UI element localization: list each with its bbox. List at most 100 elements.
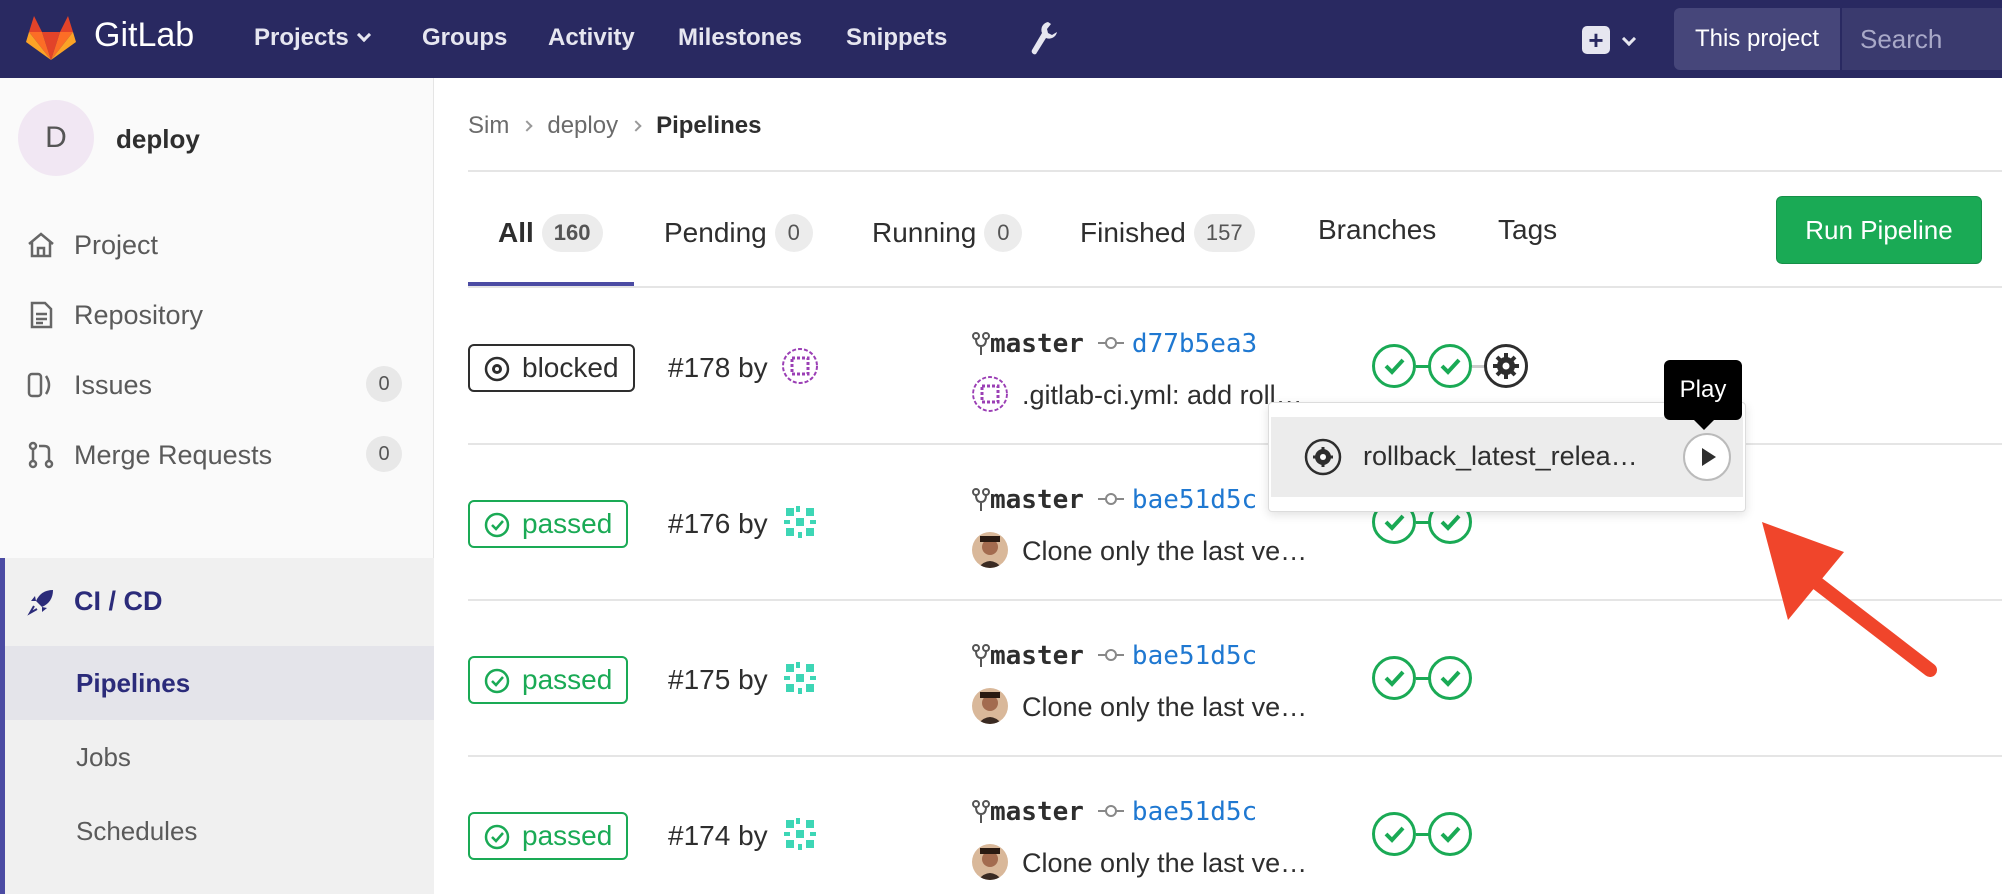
commit-title[interactable]: Clone only the last ve… [1022,848,1307,878]
branch-name[interactable]: master [990,797,1084,827]
status-badge-blocked[interactable]: blocked [468,344,635,392]
tab-running[interactable]: Running 0 [872,214,1023,252]
commit-sha[interactable]: bae51d5c [1132,641,1257,671]
stage-passed-check-icon[interactable] [1428,656,1472,700]
nav-snippets[interactable]: Snippets [846,24,947,52]
play-icon[interactable] [1683,433,1731,481]
pipeline-id[interactable]: #178 by [668,352,768,384]
top-navbar: GitLab Projects Groups Activity Mileston… [0,0,2002,78]
branch-name[interactable]: master [990,329,1084,359]
tab-label: Finished [1080,217,1186,248]
wrench-icon[interactable] [1026,20,1060,58]
stage-passed-check-icon[interactable] [1428,812,1472,856]
nav-projects[interactable]: Projects [254,24,371,52]
nav-projects-label: Projects [254,24,349,51]
pipeline-id[interactable]: #174 by [668,820,768,852]
search-input[interactable]: Search [1842,8,2002,70]
status-badge-passed[interactable]: passed [468,812,629,860]
new-item-plus-icon[interactable]: + [1582,26,1610,54]
sidebar-item-repository[interactable]: Repository [0,282,434,346]
breadcrumb-project[interactable]: deploy [547,112,618,139]
pipeline-tabs: All 160 Pending 0 Running 0 Finished 157 Bra… [468,172,2002,288]
sidebar-item-issues[interactable]: Issues 0 [0,352,434,416]
tab-branches[interactable]: Branches [1318,214,1436,246]
manual-job-item[interactable]: rollback_latest_relea… [1271,417,1743,497]
tab-pending[interactable]: Pending 0 [664,214,813,252]
status-badge-passed[interactable]: passed [468,500,629,548]
branch-name[interactable]: master [990,485,1084,515]
breadcrumb-group[interactable]: Sim [468,112,509,139]
stage-manual-gear-icon[interactable] [1484,344,1528,388]
project-name[interactable]: deploy [116,124,200,155]
stage-passed-check-icon[interactable] [1428,344,1472,388]
play-tooltip: Play [1664,360,1742,430]
gitlab-brand[interactable]: GitLab [94,16,194,55]
user-avatar-identicon[interactable] [782,816,818,852]
chevron-down-icon[interactable] [1621,31,1637,47]
check-circle-icon [484,512,510,538]
commit-title[interactable]: Clone only the last ve… [1022,536,1307,566]
commit-ref: master d77b5ea3 [972,328,1257,359]
tab-tags[interactable]: Tags [1498,214,1557,246]
user-avatar-identicon[interactable] [782,348,818,384]
pipeline-row: passed #174 by master bae51d5c Clone only… [468,758,2002,894]
sidebar-item-ci-cd[interactable]: CI / CD [5,558,434,646]
sidebar-item-label: Repository [74,300,204,330]
commit-title[interactable]: Clone only the last ve… [1022,692,1307,722]
search-scope[interactable]: This project [1674,8,1840,70]
commit-sha[interactable]: d77b5ea3 [1132,329,1257,359]
commit-author-identicon[interactable] [972,376,1008,412]
document-icon [30,301,53,329]
sidebar-subitem-schedules[interactable]: Schedules [5,794,434,868]
branch-icon [972,488,990,511]
pipeline-id[interactable]: #176 by [668,508,768,540]
breadcrumb-current[interactable]: Pipelines [656,112,761,139]
tab-label: Running [872,217,977,248]
rocket-icon [27,590,53,616]
merge-request-icon [28,441,54,469]
sidebar-subitem-label: Schedules [76,816,198,846]
nav-groups[interactable]: Groups [422,24,507,52]
sidebar-subitem-jobs[interactable]: Jobs [5,720,434,794]
pipeline-stages [1372,812,1572,860]
user-avatar-identicon[interactable] [782,660,818,696]
commit-sha[interactable]: bae51d5c [1132,797,1257,827]
run-pipeline-button[interactable]: Run Pipeline [1776,196,1982,264]
commit-title[interactable]: .gitlab-ci.yml: add roll… [1022,380,1303,410]
tab-finished[interactable]: Finished 157 [1080,214,1255,252]
commit-icon [1097,337,1124,349]
tab-all[interactable]: All 160 [498,214,603,252]
sidebar-item-project[interactable]: Project [0,212,434,276]
merge-requests-count-badge: 0 [366,436,402,472]
stage-passed-check-icon[interactable] [1372,656,1416,700]
commit-author-avatar[interactable] [972,688,1008,724]
sidebar-item-merge-requests[interactable]: Merge Requests 0 [0,422,434,486]
commit-author-avatar[interactable] [972,532,1008,568]
status-text: blocked [522,352,619,383]
chevron-right-icon [630,120,642,132]
breadcrumb: Sim deploy Pipelines [468,112,761,140]
status-badge-passed[interactable]: passed [468,656,629,704]
stage-passed-check-icon[interactable] [1372,344,1416,388]
branch-icon [972,332,990,355]
sidebar-item-label: CI / CD [74,586,163,616]
status-text: passed [522,664,613,695]
project-avatar[interactable]: D [18,100,94,176]
pipeline-id[interactable]: #175 by [668,664,768,696]
gitlab-logo-icon[interactable] [26,14,76,62]
commit-message: Clone only the last ve… [972,532,1307,568]
commit-message: Clone only the last ve… [972,688,1307,724]
nav-activity[interactable]: Activity [548,24,635,52]
commit-message: Clone only the last ve… [972,844,1307,880]
commit-sha[interactable]: bae51d5c [1132,485,1257,515]
branch-name[interactable]: master [990,641,1084,671]
sidebar-subitem-pipelines[interactable]: Pipelines [5,646,434,720]
commit-author-avatar[interactable] [972,844,1008,880]
tab-count-badge: 160 [541,214,603,252]
user-avatar-identicon[interactable] [782,504,818,540]
stage-passed-check-icon[interactable] [1372,812,1416,856]
status-text: passed [522,508,613,539]
commit-ref: master bae51d5c [972,640,1257,671]
tab-label: All [498,217,534,248]
nav-milestones[interactable]: Milestones [678,24,802,52]
